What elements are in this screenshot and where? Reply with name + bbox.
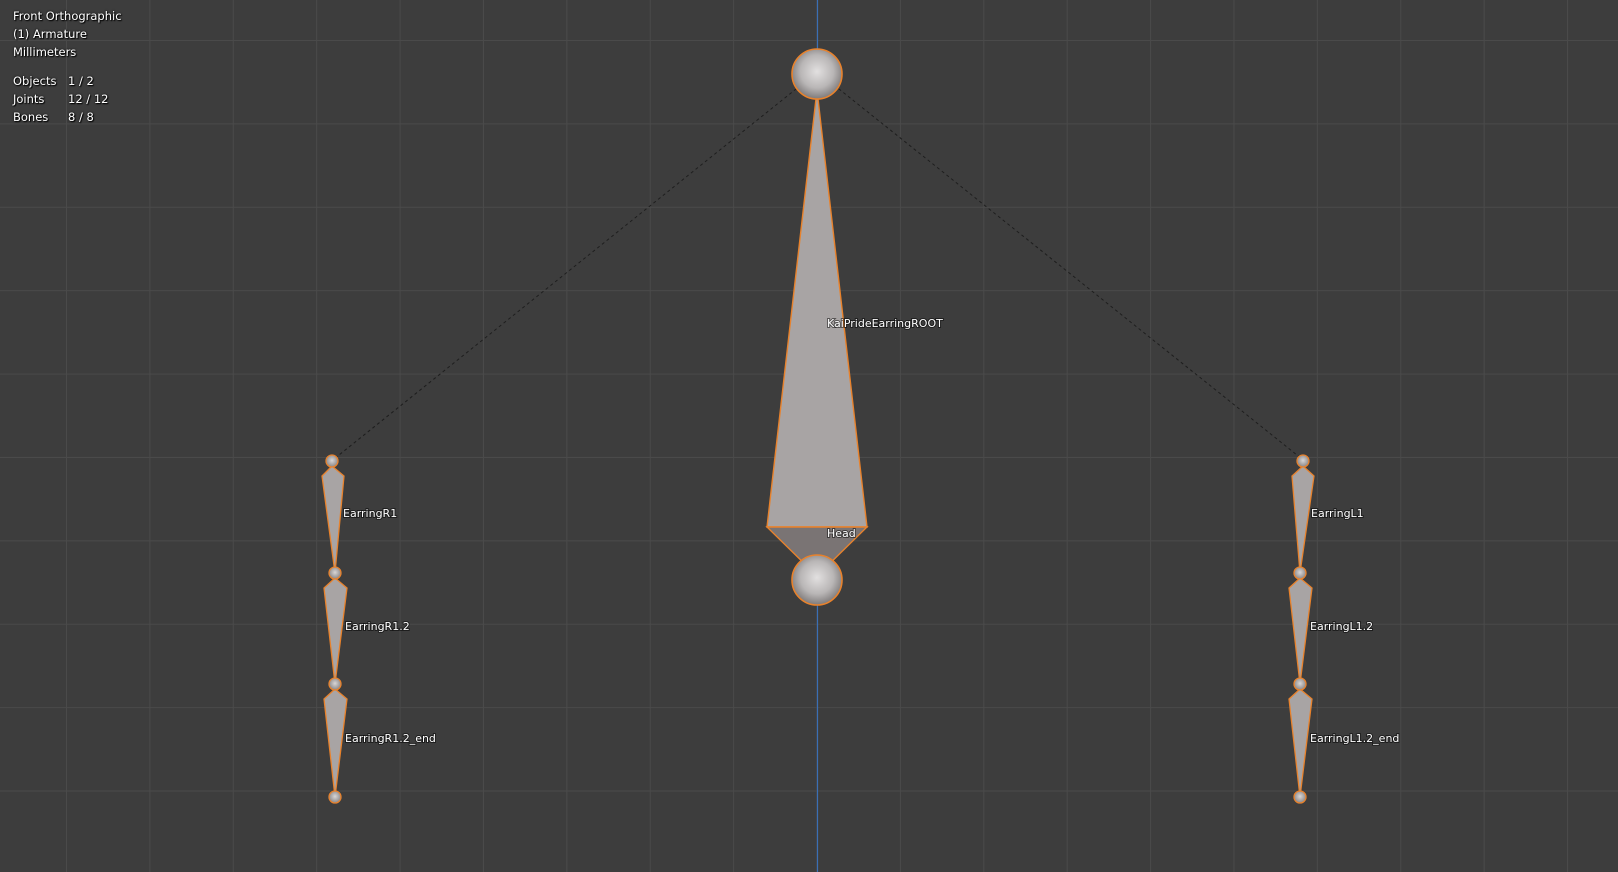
- root-tail-joint[interactable]: [791, 48, 843, 100]
- bone-earringr1[interactable]: [321, 454, 345, 574]
- label-earringl1: EarringL1: [1311, 507, 1364, 520]
- joint-r12end-tail[interactable]: [328, 790, 342, 804]
- joint-r12-head[interactable]: [328, 566, 342, 580]
- joint-r1-head[interactable]: [325, 454, 339, 468]
- stat-label: Joints: [13, 92, 45, 106]
- bone-earringr12end[interactable]: [323, 677, 348, 804]
- root-head-joint[interactable]: [791, 554, 843, 606]
- armature-scene[interactable]: KaiPrideEarringROOT Head EarringR1 Earri…: [0, 0, 1618, 872]
- label-head: Head: [827, 527, 856, 540]
- bone-earringr12[interactable]: [323, 566, 348, 685]
- stat-row-objects: Objects 1 / 2: [13, 72, 122, 90]
- joint-l12end-tail[interactable]: [1293, 790, 1307, 804]
- stat-value: 8 / 8: [68, 110, 94, 124]
- scene-statistics: Objects 1 / 2 Joints 12 / 12 Bones 8 / 8: [13, 72, 122, 126]
- stat-value: 12 / 12: [68, 92, 109, 106]
- bone-earringl12end[interactable]: [1288, 677, 1313, 804]
- active-object-name: (1) Armature: [13, 27, 87, 41]
- view-name: Front Orthographic: [13, 9, 122, 23]
- joint-l12end-head[interactable]: [1293, 677, 1307, 691]
- label-earringr1: EarringR1: [343, 507, 397, 520]
- unit-system: Millimeters: [13, 45, 77, 59]
- joint-l12-head[interactable]: [1293, 566, 1307, 580]
- stat-row-joints: Joints 12 / 12: [13, 90, 122, 108]
- label-earringr12end: EarringR1.2_end: [345, 732, 436, 745]
- 3d-viewport[interactable]: KaiPrideEarringROOT Head EarringR1 Earri…: [0, 0, 1618, 872]
- bone-earringl12[interactable]: [1288, 566, 1313, 685]
- label-earringl12: EarringL1.2: [1310, 620, 1373, 633]
- stat-label: Objects: [13, 74, 57, 88]
- parent-line-right: [333, 84, 802, 460]
- bone-root-upper-body: [766, 89, 868, 528]
- label-root: KaiPrideEarringROOT: [827, 317, 943, 330]
- joint-r12end-head[interactable]: [328, 677, 342, 691]
- viewport-info-overlay: Front Orthographic (1) Armature Millimet…: [13, 7, 122, 126]
- stat-value: 1 / 2: [68, 74, 94, 88]
- label-earringl12end: EarringL1.2_end: [1310, 732, 1399, 745]
- joint-l1-head[interactable]: [1296, 454, 1310, 468]
- parent-line-left: [833, 84, 1303, 460]
- stat-row-bones: Bones 8 / 8: [13, 108, 122, 126]
- label-earringr12: EarringR1.2: [345, 620, 410, 633]
- stat-label: Bones: [13, 110, 49, 124]
